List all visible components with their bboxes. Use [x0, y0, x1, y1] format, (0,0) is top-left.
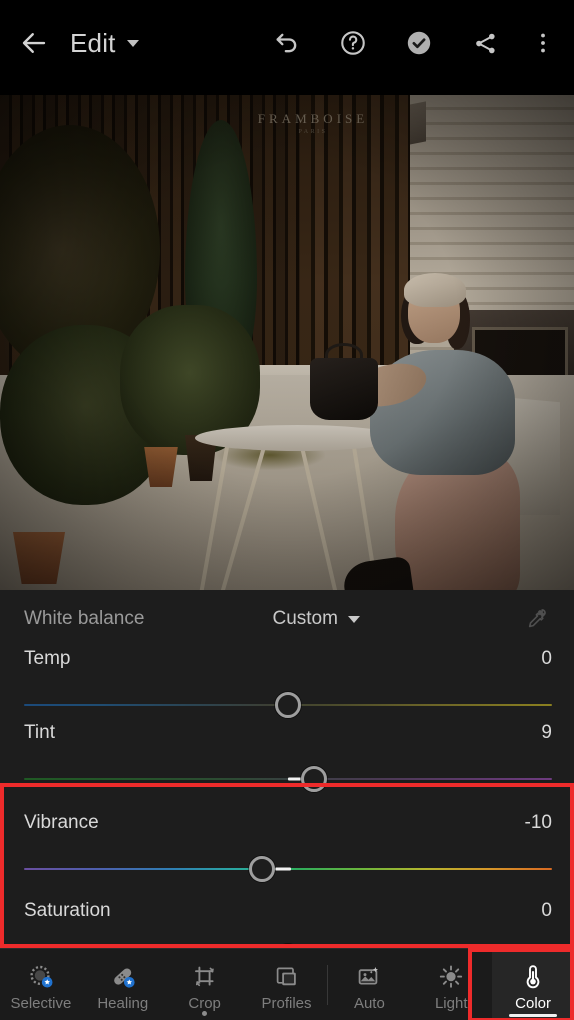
slider-temp: Temp 0	[0, 648, 574, 722]
slider-tint-control[interactable]	[24, 762, 552, 796]
back-button[interactable]	[0, 20, 68, 66]
tool-profiles[interactable]: Profiles	[246, 949, 328, 1020]
photo-handbag	[310, 358, 378, 420]
slider-tint-delta-bar	[288, 777, 302, 781]
tool-selective[interactable]: Selective	[0, 949, 82, 1020]
page-title: Edit	[70, 27, 116, 58]
photo-preview[interactable]: FRAMBOISE PARIS	[0, 95, 574, 590]
top-app-bar: Edit	[0, 0, 574, 95]
white-balance-value: Custom	[272, 608, 338, 629]
sun-icon	[437, 963, 465, 991]
crop-rotate-icon	[191, 963, 219, 991]
eyedropper-button[interactable]	[518, 602, 552, 636]
confirm-button[interactable]	[386, 20, 452, 66]
slider-temp-value: 0	[541, 648, 552, 669]
slider-tint-label: Tint	[24, 722, 55, 743]
vertical-dots-icon	[532, 29, 554, 57]
slider-tint-knob[interactable]	[301, 766, 328, 792]
tool-profiles-label: Profiles	[261, 994, 312, 1012]
undo-button[interactable]	[254, 20, 320, 66]
help-button[interactable]	[320, 20, 386, 66]
slider-tint-header: Tint 9	[24, 722, 552, 762]
chevron-down-icon	[347, 615, 360, 623]
tool-healing-label: Healing	[97, 994, 149, 1012]
edit-tools-toolbar: Selective Healing Crop Profiles Auto Lig…	[0, 948, 574, 1020]
topbar-actions	[254, 20, 574, 66]
tool-color-active-indicator	[509, 1014, 558, 1017]
slider-temp-knob[interactable]	[275, 692, 301, 718]
tool-color[interactable]: Color	[492, 949, 574, 1020]
photo-sign-subtext: PARIS	[298, 129, 328, 135]
tool-auto-label: Auto	[353, 994, 385, 1012]
slider-tint: Tint 9	[0, 722, 574, 796]
caret-down-icon	[126, 39, 139, 47]
slider-saturation-header: Saturation 0	[24, 900, 552, 940]
slider-vibrance-control[interactable]	[24, 852, 552, 886]
eyedropper-icon	[522, 606, 548, 632]
check-circle-filled-icon	[405, 29, 433, 57]
slider-temp-control[interactable]	[24, 688, 552, 722]
question-circle-icon	[339, 29, 367, 57]
auto-magic-photo-icon	[355, 963, 383, 991]
slider-saturation-value: 0	[541, 900, 552, 921]
thermometer-icon	[519, 963, 547, 991]
photo-woman-hat	[404, 273, 466, 307]
tool-crop-label: Crop	[188, 994, 221, 1012]
healing-bandage-star-icon	[109, 963, 137, 991]
white-balance-preset-dropdown[interactable]: Custom	[114, 608, 518, 630]
slider-tint-value: 9	[541, 722, 552, 743]
share-button[interactable]	[452, 20, 518, 66]
tool-crop-modified-dot	[202, 1011, 208, 1016]
selective-dotted-circle-star-icon	[27, 963, 55, 991]
slider-vibrance-value: -10	[524, 812, 552, 833]
edit-mode-dropdown[interactable]: Edit	[68, 20, 139, 66]
tool-light[interactable]: Light	[410, 949, 492, 1020]
white-balance-row: White balance Custom	[0, 590, 574, 648]
tool-selective-label: Selective	[10, 994, 72, 1012]
tool-auto[interactable]: Auto	[328, 949, 410, 1020]
arrow-left-icon	[19, 28, 49, 58]
more-options-button[interactable]	[518, 20, 568, 66]
share-nodes-icon	[472, 30, 499, 57]
slider-temp-label: Temp	[24, 648, 71, 669]
undo-arrow-icon	[273, 29, 301, 57]
slider-vibrance-label: Vibrance	[24, 812, 99, 833]
slider-vibrance-delta-bar	[274, 867, 291, 871]
tool-crop[interactable]: Crop	[164, 949, 246, 1020]
photo-sign-text: FRAMBOISE	[257, 111, 369, 126]
slider-vibrance-knob[interactable]	[248, 856, 275, 882]
lightroom-edit-screen: Edit FRAMBOISE PARIS White balance Custo…	[0, 0, 574, 1020]
tool-healing[interactable]: Healing	[82, 949, 164, 1020]
slider-vibrance: Vibrance -10	[0, 812, 574, 886]
slider-temp-header: Temp 0	[24, 648, 552, 688]
profiles-stacked-squares-icon	[273, 963, 301, 991]
color-adjustment-panel: White balance Custom Temp 0 Tint 9 Vibra…	[0, 590, 574, 1020]
slider-vibrance-header: Vibrance -10	[24, 812, 552, 852]
tool-light-label: Light	[434, 994, 468, 1012]
tool-color-label: Color	[515, 994, 552, 1012]
slider-saturation-label: Saturation	[24, 900, 111, 921]
